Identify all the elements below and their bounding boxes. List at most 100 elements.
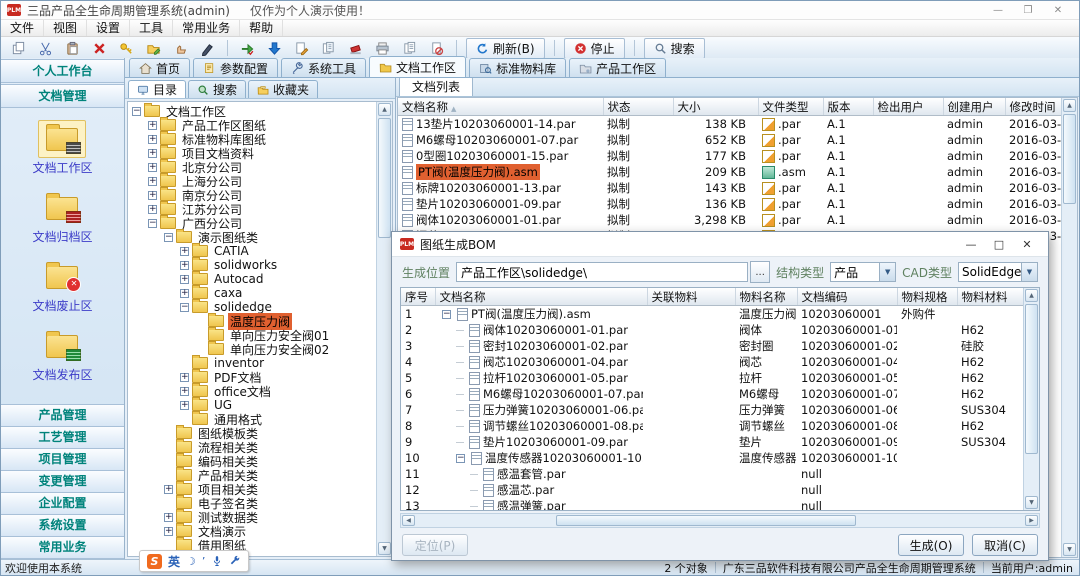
paste-button[interactable] <box>59 37 86 59</box>
column-header-2[interactable]: 大小 <box>673 98 758 116</box>
tree-node[interactable]: +测试数据类 <box>128 510 376 524</box>
scroll-thumb[interactable] <box>1025 304 1038 454</box>
location-input[interactable]: 产品工作区\solidedge\ <box>456 262 748 282</box>
column-header-3[interactable]: 文件类型 <box>758 98 823 116</box>
bom-document-name-cell[interactable]: 垫片10203060001-09.par <box>435 434 647 450</box>
bom-document-name-cell[interactable]: 感温芯.par <box>435 482 647 498</box>
table-row[interactable]: 垫片10203060001-09.par拟制136 KB.parA.1admin… <box>398 196 1061 212</box>
moon-icon[interactable]: ☽ <box>186 555 196 568</box>
eraser-button[interactable] <box>342 37 369 59</box>
column-header-5[interactable]: 检出用户 <box>873 98 943 116</box>
sidebar-item-2[interactable]: ✕文档废止区 <box>32 258 92 314</box>
tab-tools[interactable]: 系统工具 <box>281 58 366 77</box>
tree-node[interactable]: +江苏分公司 <box>128 202 376 216</box>
table-row[interactable]: PT阀(温度压力阀).asm拟制209 KB.asmA.1admin2016-0… <box>398 164 1061 180</box>
sign-button[interactable] <box>194 37 221 59</box>
collapse-icon[interactable]: − <box>442 310 451 319</box>
collapse-icon[interactable]: − <box>456 454 465 463</box>
bom-document-name-cell[interactable]: 阀体10203060001-01.par <box>435 322 647 338</box>
sidebar-section-bottom-3[interactable]: 变更管理 <box>1 470 124 492</box>
stamp-button[interactable] <box>167 37 194 59</box>
column-header-4[interactable]: 版本 <box>823 98 873 116</box>
key-button[interactable] <box>113 37 140 59</box>
bom-table-row[interactable]: 2阀体10203060001-01.par阀体10203060001-01H62 <box>401 322 1023 338</box>
dialog-close-button[interactable]: ✕ <box>1014 235 1040 253</box>
doc-copy-button[interactable] <box>315 37 342 59</box>
bom-document-name-cell[interactable]: 压力弹簧10203060001-06.par <box>435 402 647 418</box>
document-name-cell[interactable]: PT阀(温度压力阀).asm <box>398 164 603 180</box>
edit-doc-button[interactable] <box>288 37 315 59</box>
tree-node[interactable]: +南京分公司 <box>128 188 376 202</box>
panel-tab-catalog[interactable]: 目录 <box>128 80 186 98</box>
column-header-0[interactable]: 文档名称▲ <box>398 98 603 116</box>
bom-document-name-cell[interactable]: 密封10203060001-02.par <box>435 338 647 354</box>
sidebar-section-bottom-0[interactable]: 产品管理 <box>1 404 124 426</box>
bom-table-row[interactable]: 9垫片10203060001-09.par垫片10203060001-09SUS… <box>401 434 1023 450</box>
tab-library[interactable]: 标准物料库 <box>469 58 566 77</box>
table-row[interactable]: 标牌10203060001-13.par拟制143 KB.parA.1admin… <box>398 180 1061 196</box>
expand-icon[interactable]: + <box>148 177 157 186</box>
bom-table-row[interactable]: 4阀芯10203060001-04.par阀芯10203060001-04H62 <box>401 354 1023 370</box>
ime-language-indicator[interactable]: 英 <box>168 553 180 570</box>
bom-column-header-2[interactable]: 关联物料 <box>647 288 735 306</box>
document-name-cell[interactable]: 垫片10203060001-09.par <box>398 196 603 212</box>
sidebar-section-bottom-6[interactable]: 常用业务 <box>1 536 124 559</box>
document-name-cell[interactable]: 阀体10203060001-01.par <box>398 212 603 228</box>
document-name-cell[interactable]: M6螺母10203060001-07.par <box>398 132 603 148</box>
check-in-button[interactable] <box>234 37 261 59</box>
scroll-up-icon[interactable]: ▲ <box>378 103 391 116</box>
collapse-icon[interactable]: − <box>132 107 141 116</box>
restore-button[interactable]: ❐ <box>1013 2 1043 18</box>
bom-column-header-5[interactable]: 物料规格 <box>897 288 957 306</box>
bom-column-header-0[interactable]: 序号 <box>401 288 435 306</box>
bom-table-row[interactable]: 10−温度传感器10203060001-10.asm温度传感器102030600… <box>401 450 1023 466</box>
tree-node[interactable]: +文档演示 <box>128 524 376 538</box>
bom-table-row[interactable]: 5拉杆10203060001-05.par拉杆10203060001-05H62 <box>401 370 1023 386</box>
locate-button[interactable]: 定位(P) <box>402 534 468 556</box>
bom-table-row[interactable]: 12感温芯.parnull <box>401 482 1023 498</box>
tab-folder[interactable]: 文档工作区 <box>369 56 466 77</box>
refresh-button[interactable]: 刷新(B) <box>466 38 545 59</box>
scroll-down-icon[interactable]: ▼ <box>1025 496 1038 509</box>
document-name-cell[interactable]: 0型圈10203060001-15.par <box>398 148 603 164</box>
sidebar-section-bottom-4[interactable]: 企业配置 <box>1 492 124 514</box>
generate-button[interactable]: 生成(O) <box>898 534 964 556</box>
tree-node[interactable]: +office文档 <box>128 384 376 398</box>
tab-home[interactable]: 首页 <box>129 58 190 77</box>
close-button[interactable]: ✕ <box>1043 2 1073 18</box>
collapse-icon[interactable]: − <box>164 233 173 242</box>
document-name-cell[interactable]: 标牌10203060001-13.par <box>398 180 603 196</box>
sidebar-section-0[interactable]: 个人工作台 <box>1 59 124 83</box>
document-name-cell[interactable]: 13垫片10203060001-14.par <box>398 116 603 133</box>
expand-icon[interactable]: + <box>148 149 157 158</box>
bom-table-row[interactable]: 6M6螺母10203060001-07.parM6螺母10203060001-0… <box>401 386 1023 402</box>
menu-item-4[interactable]: 常用业务 <box>173 20 240 36</box>
tree-node[interactable]: +上海分公司 <box>128 174 376 188</box>
collapse-icon[interactable]: − <box>148 219 157 228</box>
scroll-up-icon[interactable]: ▲ <box>1063 99 1076 112</box>
bom-column-header-6[interactable]: 物料材料 <box>957 288 1023 306</box>
table-row[interactable]: 阀体10203060001-01.par拟制3,298 KB.parA.1adm… <box>398 212 1061 228</box>
tree-node[interactable]: −演示图纸类 <box>128 230 376 244</box>
tree-scrollbar[interactable]: ▲ ▼ <box>376 102 392 556</box>
bom-table-row[interactable]: 1−PT阀(温度压力阀).asm温度压力阀10203060001外购件 <box>401 306 1023 323</box>
scroll-left-icon[interactable]: ◀ <box>402 515 415 526</box>
tree-node[interactable]: +solidworks <box>128 258 376 272</box>
bom-document-name-cell[interactable]: 调节螺丝10203060001-08.par <box>435 418 647 434</box>
chevron-down-icon[interactable]: ▼ <box>879 263 895 281</box>
browse-button[interactable]: ... <box>750 261 770 283</box>
bom-document-name-cell[interactable]: 感温弹簧.par <box>435 498 647 510</box>
menu-item-2[interactable]: 设置 <box>87 20 130 36</box>
expand-icon[interactable]: + <box>180 247 189 256</box>
dialog-minimize-button[interactable]: — <box>958 235 984 253</box>
expand-icon[interactable]: + <box>148 135 157 144</box>
expand-icon[interactable]: + <box>164 485 173 494</box>
expand-icon[interactable]: + <box>180 289 189 298</box>
expand-icon[interactable]: + <box>180 261 189 270</box>
scroll-up-icon[interactable]: ▲ <box>1025 289 1038 302</box>
bom-table-row[interactable]: 7压力弹簧10203060001-06.par压力弹簧10203060001-0… <box>401 402 1023 418</box>
folder-edit-button[interactable] <box>140 37 167 59</box>
structure-type-select[interactable]: 产品 ▼ <box>830 262 896 282</box>
bom-document-name-cell[interactable]: 阀芯10203060001-04.par <box>435 354 647 370</box>
bom-document-name-cell[interactable]: 感温套管.par <box>435 466 647 482</box>
